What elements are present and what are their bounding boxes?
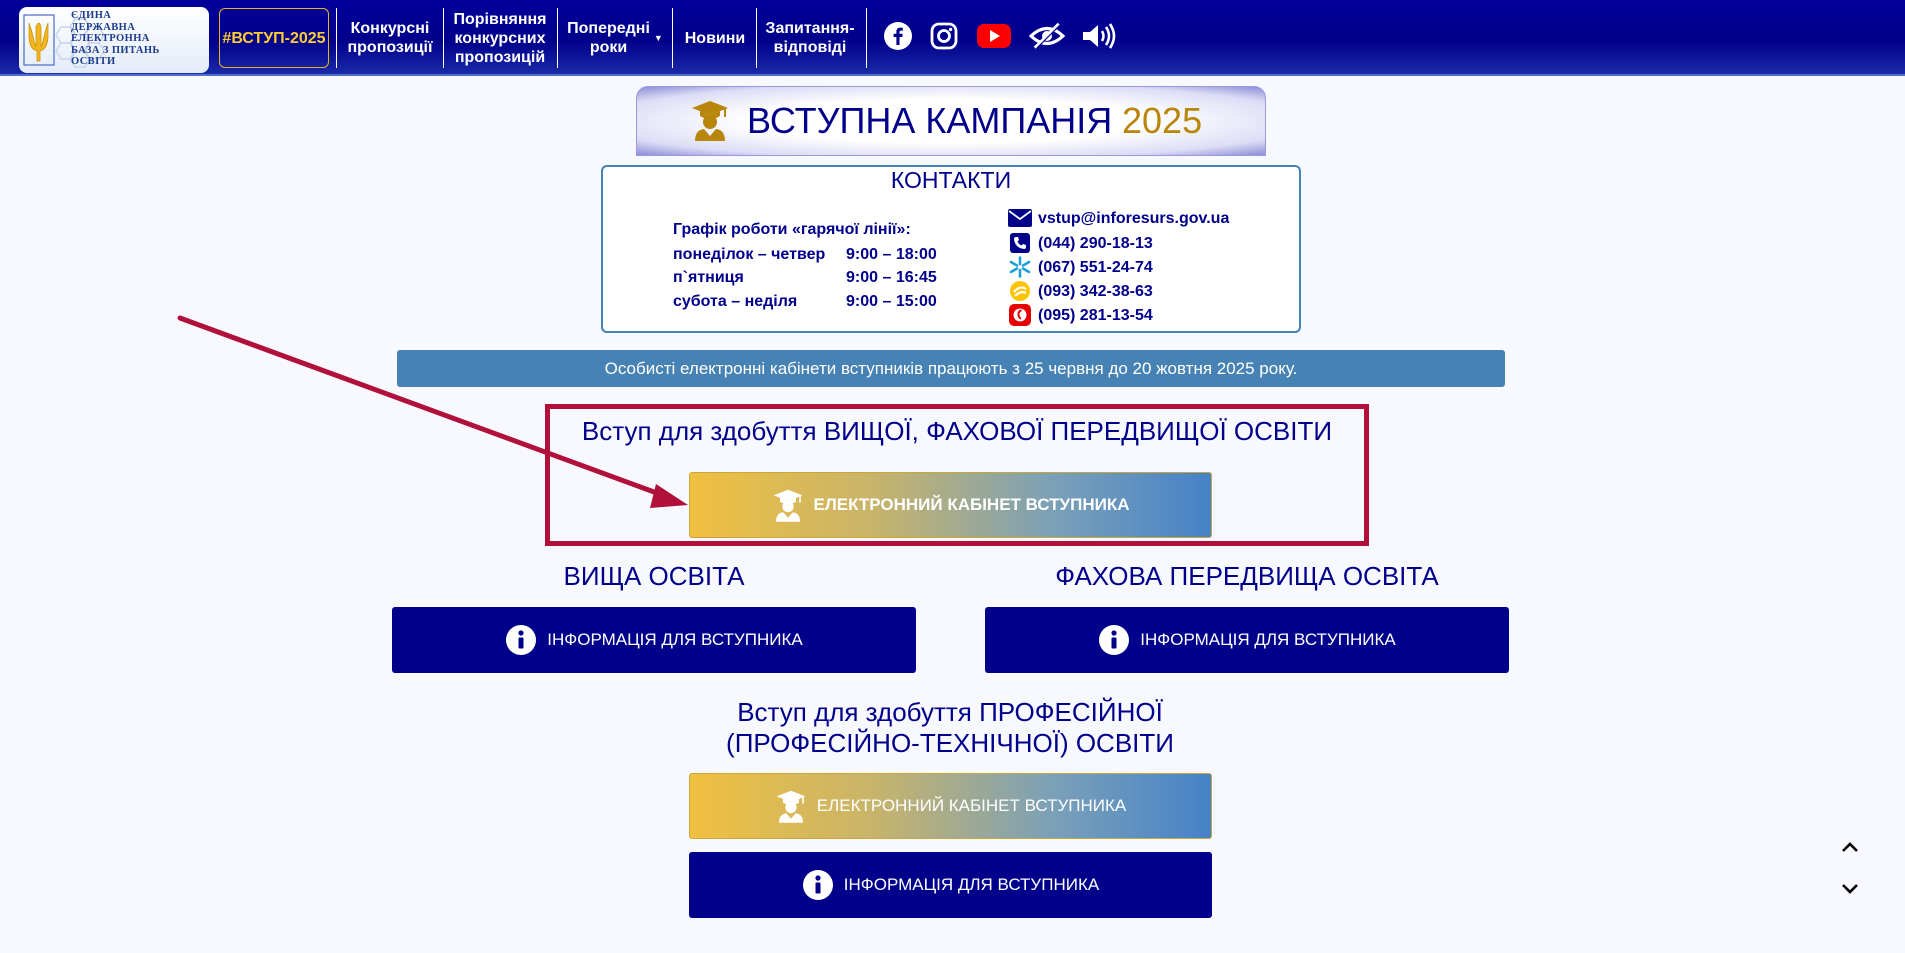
caret-down-icon: ▼ (653, 32, 663, 43)
scroll-down-icon[interactable] (1835, 874, 1865, 904)
facebook-icon[interactable] (880, 16, 916, 56)
contact-phone-vodafone[interactable]: (095) 281-13-54 (1008, 304, 1153, 326)
info-icon (802, 869, 834, 901)
kyivstar-star-icon (1008, 256, 1032, 278)
phone-icon (1008, 232, 1032, 254)
nav-divider (866, 8, 867, 68)
schedule-days: субота – неділя (673, 293, 798, 310)
contact-phone-lifecell[interactable]: (093) 342-38-63 (1008, 280, 1153, 302)
higher-info-button[interactable]: ІНФОРМАЦІЯ ДЛЯ ВСТУПНИКА (392, 607, 916, 673)
logo-caption: ЄДИНА ДЕРЖАВНА ЕЛЕКТРОННА БАЗА З ПИТАНЬ … (71, 10, 160, 67)
sound-icon[interactable] (1078, 16, 1120, 56)
contact-phone-kyiv[interactable]: (044) 290-18-13 (1008, 232, 1153, 254)
schedule-hours: 9:00 – 15:00 (846, 293, 937, 310)
schedule-days: п`ятниця (673, 269, 744, 286)
pre-higher-info-button[interactable]: ІНФОРМАЦІЯ ДЛЯ ВСТУПНИКА (985, 607, 1509, 673)
nav-news[interactable]: Новини (676, 8, 754, 68)
pre-higher-education-title: ФАХОВА ПЕРЕДВИЩА ОСВІТА (1055, 561, 1439, 591)
schedule-hours: 9:00 – 16:45 (846, 269, 937, 286)
nav-divider (756, 8, 757, 68)
nav-previous-years-dropdown[interactable]: Попередні роки ▼ (561, 8, 669, 68)
contact-email[interactable]: vstup@inforesurs.gov.ua (1008, 207, 1229, 229)
campaign-year: 2025 (1122, 100, 1203, 141)
vocational-cabinet-button[interactable]: ЕЛЕКТРОННИЙ КАБІНЕТ ВСТУПНИКА (689, 773, 1212, 839)
higher-section-title: Вступ для здобуття ВИЩОЇ, ФАХОВОЇ ПЕРЕДВ… (581, 416, 1333, 446)
nav-compare-offers[interactable]: Порівняння конкурсних пропозицій (447, 8, 553, 68)
schedule-days: понеділок – четвер (673, 246, 826, 263)
envelope-icon (1008, 207, 1032, 229)
instagram-icon[interactable] (926, 16, 962, 56)
scroll-up-icon[interactable] (1835, 832, 1865, 862)
nav-competitive-offers[interactable]: Конкурсні пропозиції (340, 8, 440, 68)
lifecell-icon (1008, 280, 1032, 302)
vocational-section-title: Вступ для здобуття ПРОФЕСІЙНОЇ (ПРОФЕСІЙ… (726, 697, 1174, 758)
graduate-cap-icon (772, 488, 804, 522)
higher-education-title: ВИЩА ОСВІТА (563, 561, 745, 591)
campaign-title: ВСТУПНА КАМПАНІЯ (747, 100, 1113, 141)
nav-divider (336, 8, 337, 68)
graduate-cap-icon (775, 789, 807, 823)
nav-faq[interactable]: Запитання-відповіді (760, 8, 860, 68)
cabinet-dates-notice: Особисті електронні кабінети вступників … (397, 350, 1505, 387)
contact-phone-kyivstar[interactable]: (067) 551-24-74 (1008, 256, 1153, 278)
hotline-schedule-title: Графік роботи «гарячої лінії»: (673, 221, 911, 238)
nav-divider (443, 8, 444, 68)
contacts-title: КОНТАКТИ (890, 167, 1012, 193)
low-vision-icon[interactable] (1026, 16, 1068, 56)
info-icon (505, 624, 537, 656)
info-icon (1098, 624, 1130, 656)
nav-divider (672, 8, 673, 68)
graduate-cap-icon (690, 99, 730, 146)
nav-divider (557, 8, 558, 68)
edebo-logo[interactable]: ЄДИНА ДЕРЖАВНА ЕЛЕКТРОННА БАЗА З ПИТАНЬ … (19, 7, 209, 73)
nav-vstup-2025[interactable]: #ВСТУП-2025 (219, 8, 329, 68)
vodafone-icon (1008, 304, 1032, 326)
youtube-icon[interactable] (974, 16, 1014, 56)
schedule-hours: 9:00 – 18:00 (846, 246, 937, 263)
higher-cabinet-button[interactable]: ЕЛЕКТРОННИЙ КАБІНЕТ ВСТУПНИКА (689, 472, 1212, 538)
vocational-info-button[interactable]: ІНФОРМАЦІЯ ДЛЯ ВСТУПНИКА (689, 852, 1212, 918)
